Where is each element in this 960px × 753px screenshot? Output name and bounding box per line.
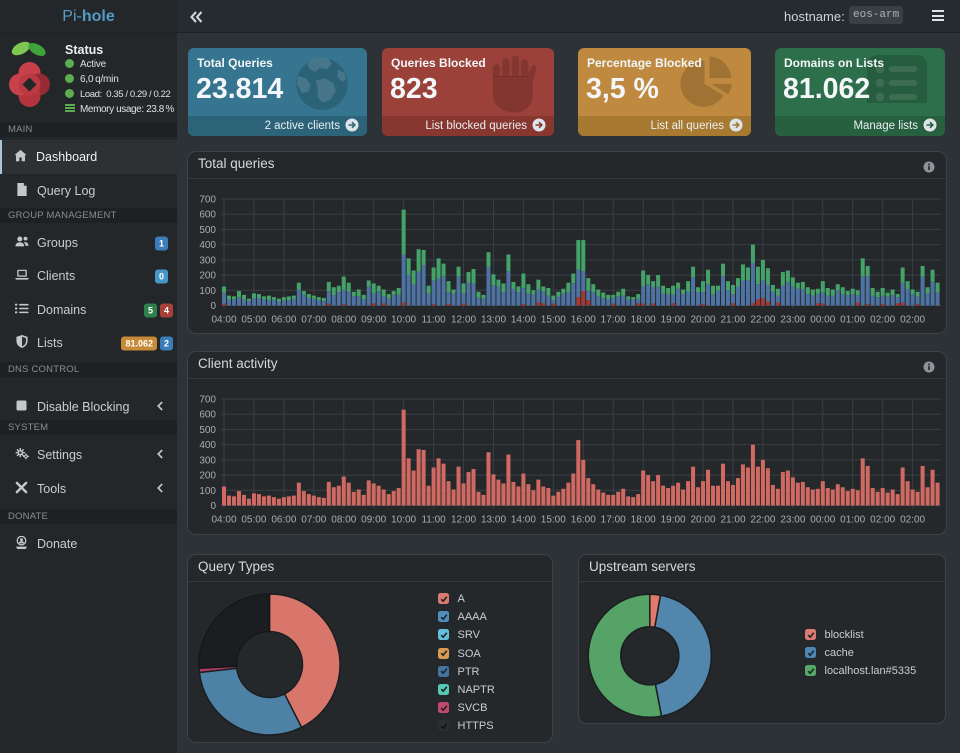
svg-text:600: 600 — [199, 210, 216, 221]
svg-text:02:00: 02:00 — [900, 315, 925, 326]
svg-text:02:00: 02:00 — [870, 315, 895, 326]
svg-text:700: 700 — [199, 195, 216, 206]
svg-text:100: 100 — [199, 486, 216, 497]
svg-text:15:00: 15:00 — [541, 515, 566, 526]
svg-text:17:00: 17:00 — [601, 515, 626, 526]
svg-text:13:00: 13:00 — [481, 515, 506, 526]
svg-text:400: 400 — [199, 240, 216, 251]
svg-text:600: 600 — [199, 410, 216, 421]
svg-text:19:00: 19:00 — [661, 515, 686, 526]
svg-text:13:00: 13:00 — [481, 315, 506, 326]
svg-text:00:00: 00:00 — [810, 515, 835, 526]
svg-text:20:00: 20:00 — [690, 515, 715, 526]
svg-text:08:00: 08:00 — [331, 315, 356, 326]
svg-text:500: 500 — [199, 425, 216, 436]
svg-text:15:00: 15:00 — [541, 315, 566, 326]
svg-text:22:00: 22:00 — [750, 515, 775, 526]
svg-text:02:00: 02:00 — [900, 515, 925, 526]
svg-text:07:00: 07:00 — [301, 515, 326, 526]
svg-text:23:00: 23:00 — [780, 515, 805, 526]
svg-text:10:00: 10:00 — [391, 515, 416, 526]
svg-text:05:00: 05:00 — [241, 315, 266, 326]
svg-text:01:00: 01:00 — [840, 515, 865, 526]
svg-text:400: 400 — [199, 440, 216, 451]
svg-text:08:00: 08:00 — [331, 515, 356, 526]
svg-text:19:00: 19:00 — [661, 315, 686, 326]
svg-text:21:00: 21:00 — [720, 515, 745, 526]
svg-text:01:00: 01:00 — [840, 315, 865, 326]
svg-text:18:00: 18:00 — [631, 315, 656, 326]
svg-text:17:00: 17:00 — [601, 315, 626, 326]
svg-text:14:00: 14:00 — [511, 315, 536, 326]
svg-text:09:00: 09:00 — [361, 315, 386, 326]
svg-text:06:00: 06:00 — [271, 315, 296, 326]
svg-text:18:00: 18:00 — [631, 515, 656, 526]
svg-text:300: 300 — [199, 255, 216, 266]
svg-text:0: 0 — [210, 301, 216, 312]
svg-text:500: 500 — [199, 225, 216, 236]
svg-text:02:00: 02:00 — [870, 515, 895, 526]
svg-text:200: 200 — [199, 471, 216, 482]
svg-text:300: 300 — [199, 455, 216, 466]
svg-text:14:00: 14:00 — [511, 515, 536, 526]
svg-text:21:00: 21:00 — [720, 315, 745, 326]
svg-text:200: 200 — [199, 271, 216, 282]
svg-text:07:00: 07:00 — [301, 315, 326, 326]
svg-text:12:00: 12:00 — [451, 515, 476, 526]
svg-text:11:00: 11:00 — [421, 315, 446, 326]
svg-text:16:00: 16:00 — [571, 315, 596, 326]
svg-text:11:00: 11:00 — [421, 515, 446, 526]
svg-text:23:00: 23:00 — [780, 315, 805, 326]
svg-text:04:00: 04:00 — [211, 515, 236, 526]
svg-text:12:00: 12:00 — [451, 315, 476, 326]
svg-text:05:00: 05:00 — [241, 515, 266, 526]
svg-text:16:00: 16:00 — [571, 515, 596, 526]
svg-text:22:00: 22:00 — [750, 315, 775, 326]
svg-text:09:00: 09:00 — [361, 515, 386, 526]
svg-text:20:00: 20:00 — [690, 315, 715, 326]
svg-text:04:00: 04:00 — [211, 315, 236, 326]
svg-text:00:00: 00:00 — [810, 315, 835, 326]
svg-text:700: 700 — [199, 395, 216, 406]
svg-text:0: 0 — [210, 501, 216, 512]
svg-text:06:00: 06:00 — [271, 515, 296, 526]
svg-text:10:00: 10:00 — [391, 315, 416, 326]
svg-text:100: 100 — [199, 286, 216, 297]
